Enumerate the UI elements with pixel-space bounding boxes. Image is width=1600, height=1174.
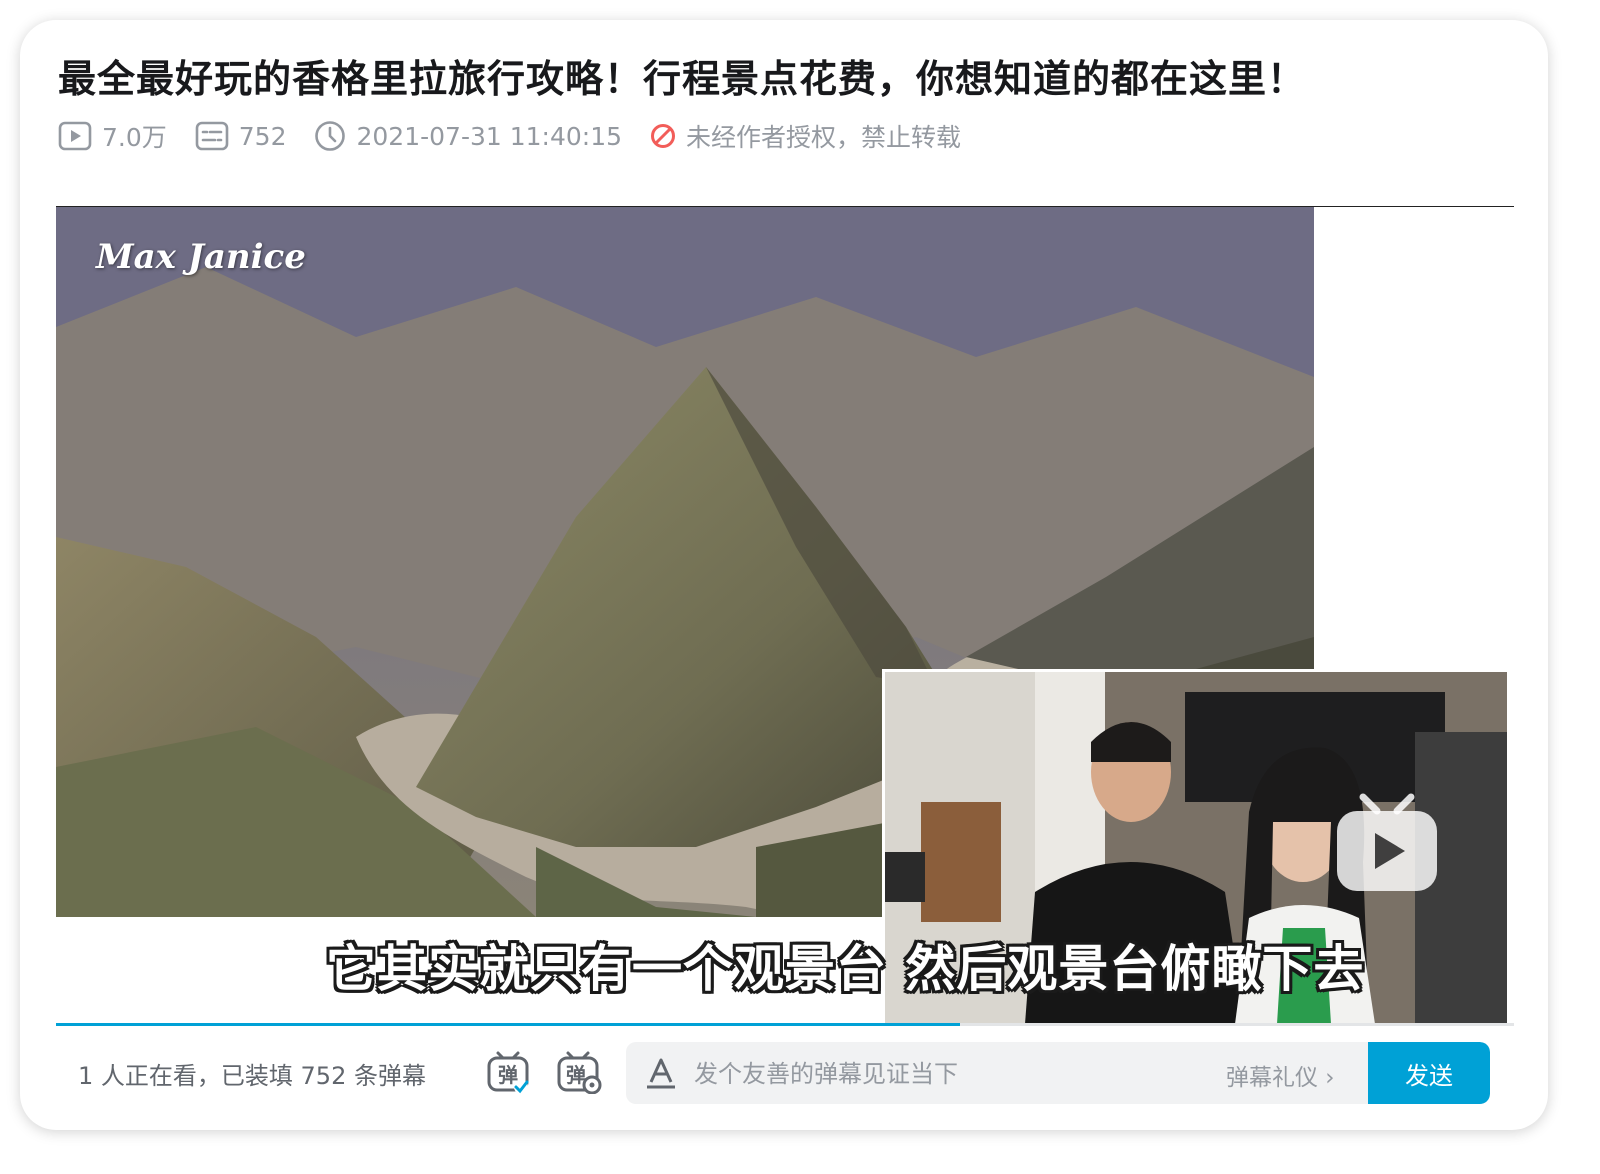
play-icon[interactable] [1333,791,1441,895]
play-count-icon [58,121,92,151]
font-style-icon[interactable] [644,1056,678,1090]
publish-time: 2021-07-31 11:40:15 [314,120,622,152]
danmaku-input-group: 弹幕礼仪 › 发送 [626,1042,1490,1104]
send-button[interactable]: 发送 [1368,1042,1490,1104]
viewer-status: 1 人正在看，已装填 752 条弹幕 [78,1062,426,1090]
clock-icon [315,121,346,151]
danmaku-toggle-icon[interactable]: 弹 [486,1050,530,1094]
danmaku-count-text: 752 [238,121,287,151]
video-player[interactable]: Max Janice 它其实就只有一个观景台 然后观景台俯瞰下去 [56,206,1514,1027]
video-subtitle: 它其实就只有一个观景台 然后观景台俯瞰下去 [326,940,1365,998]
danmaku-bar: 1 人正在看，已装填 752 条弹幕 弹 弹 弹幕礼仪 › 发送 [56,1026,1514,1118]
danmaku-etiquette-link[interactable]: 弹幕礼仪 › [1226,1058,1335,1092]
view-count-text: 7.0万 [102,123,167,152]
watermark: Max Janice [96,237,306,277]
danmaku-settings-icon[interactable]: 弹 [556,1050,602,1094]
copyright-notice: 未经作者授权，禁止转载 [650,118,961,154]
video-meta: 7.0万 752 2021-07-31 11:40:15 未经作者授权，禁止转载 [58,116,961,156]
view-count: 7.0万 [58,118,167,154]
danmaku-count: 752 [195,121,287,151]
publish-time-text: 2021-07-31 11:40:15 [356,121,622,151]
no-reprint-icon [651,124,675,148]
danmaku-count-icon [195,121,229,151]
video-title: 最全最好玩的香格里拉旅行攻略！行程景点花费，你想知道的都在这里！ [58,57,1307,101]
danmaku-input[interactable] [692,1042,1216,1104]
copyright-notice-text: 未经作者授权，禁止转载 [686,123,962,152]
